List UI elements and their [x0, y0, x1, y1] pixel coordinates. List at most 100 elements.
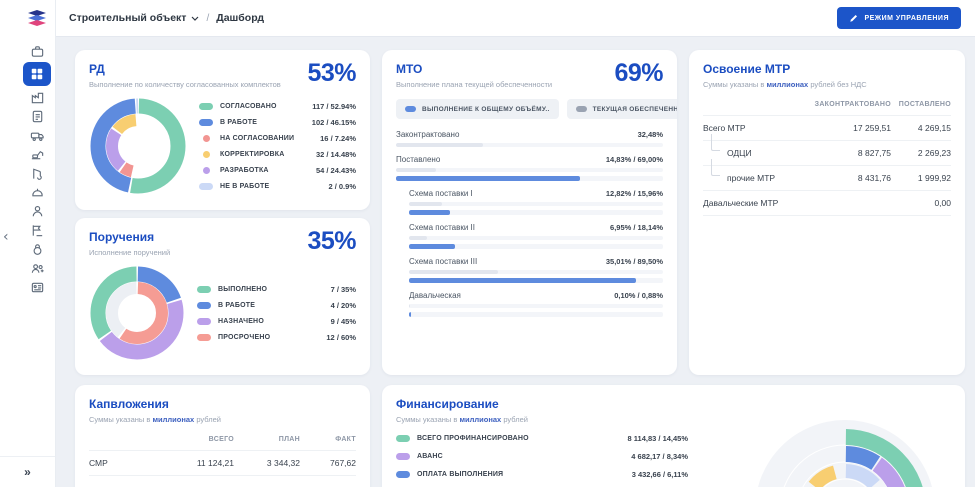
progress-track-current	[409, 244, 663, 249]
chevron-down-icon[interactable]	[191, 16, 199, 21]
legend-item: РАЗРАБОТКА 54 / 24.43%	[199, 166, 356, 175]
id-card-icon	[30, 280, 45, 295]
progress-track-plan	[409, 304, 663, 308]
sidebar-footer: »	[0, 456, 55, 487]
legend-item: ВСЕГО ПРОФИНАНСИРОВАНО 8 114,83 / 14,45%	[396, 434, 688, 443]
osvoenie-subtitle: Суммы указаны в миллионах рублей без НДС	[703, 80, 867, 89]
sidebar-item-reports[interactable]	[23, 222, 51, 238]
sidebar-item-objects[interactable]	[23, 89, 51, 105]
sidebar-item-safety[interactable]	[23, 184, 51, 200]
sidebar-item-passes[interactable]	[23, 279, 51, 295]
progress-track-plan	[409, 236, 663, 240]
report-flag-icon	[30, 223, 45, 238]
manage-mode-button[interactable]: РЕЖИМ УПРАВЛЕНИЯ	[837, 7, 961, 29]
legend-value: 117 / 52.94%	[312, 102, 356, 111]
osvoenie-table-header: ЗАКОНТРАКТОВАНО ПОСТАВЛЕНО	[703, 101, 951, 116]
breadcrumb-separator: /	[206, 13, 209, 24]
progress-fill-plan	[409, 202, 442, 206]
tab-label: ВЫПОЛНЕНИЕ К ОБЩЕМУ ОБЪЁМУ..	[422, 106, 550, 113]
progress-track-current	[409, 210, 663, 215]
breadcrumb-object-selector[interactable]: Строительный объект	[69, 12, 186, 24]
progress-label: Давальческая	[409, 291, 461, 300]
legend-item: В РАБОТЕ 102 / 46.15%	[199, 118, 356, 127]
legend-value: 102 / 46.15%	[312, 118, 356, 127]
legend-color-dot	[199, 119, 213, 126]
sidebar-item-team[interactable]	[23, 260, 51, 276]
legend-color-dot	[396, 471, 410, 478]
mto-progress-row: Законтрактовано 32,48%	[396, 130, 663, 147]
sidebar-item-documents[interactable]	[23, 108, 51, 124]
legend-item: ВЫПОЛНЕНО 7 / 35%	[197, 285, 356, 294]
progress-track-plan	[396, 168, 663, 172]
mto-progress-row: Поставлено 14,83% / 69,00%	[396, 155, 663, 181]
progress-fill-plan	[396, 143, 483, 147]
sidebar-item-logistics[interactable]	[23, 127, 51, 143]
kapvlozheniya-table-body: СМР 11 124,21 3 344,32 767,62	[89, 451, 356, 476]
progress-value: 14,83% / 69,00%	[606, 155, 663, 164]
porucheniya-title: Поручения	[89, 230, 170, 244]
legend-value: 7 / 35%	[331, 285, 356, 294]
mto-title: МТО	[396, 62, 552, 76]
card-mto: МТО Выполнение плана текущей обеспеченно…	[382, 50, 677, 375]
sidebar-item-machinery[interactable]	[23, 146, 51, 162]
legend-label: ВСЕГО ПРОФИНАНСИРОВАНО	[417, 435, 529, 442]
truck-icon	[30, 128, 45, 143]
rd-title: РД	[89, 62, 281, 76]
progress-fill-plan	[409, 270, 498, 274]
card-kapvlozheniya: Капвложения Суммы указаны в миллионах ру…	[75, 385, 370, 487]
legend-item: НАЗНАЧЕНО 9 / 45%	[197, 317, 356, 326]
legend-value: 4 / 20%	[331, 301, 356, 310]
progress-fill-current	[409, 210, 450, 215]
legend-label: ПРОСРОЧЕНО	[218, 334, 270, 341]
finansirovanie-subtitle: Суммы указаны в миллионах рублей	[396, 415, 528, 424]
sidebar-item-briefcase[interactable]	[23, 43, 51, 59]
legend-color-dot	[199, 183, 213, 190]
tree-elbow	[711, 159, 720, 176]
sidebar-nav	[23, 43, 51, 295]
rd-subtitle: Выполнение по количеству согласованных к…	[89, 80, 281, 89]
rd-percent: 53%	[307, 62, 356, 84]
porucheniya-legend: ВЫПОЛНЕНО 7 / 35% В РАБОТЕ 4 / 20% НАЗНА	[197, 285, 356, 342]
legend-label: ОПЛАТА ВЫПОЛНЕНИЯ	[417, 471, 503, 478]
mto-tabs: ВЫПОЛНЕНИЕ К ОБЩЕМУ ОБЪЁМУ.. ТЕКУЩАЯ ОБЕ…	[396, 99, 663, 119]
osvoenie-title: Освоение МТР	[703, 62, 867, 76]
legend-value: 2 / 0.9%	[328, 182, 356, 191]
sidebar-item-personnel[interactable]	[23, 203, 51, 219]
sidebar-collapse-chevron-icon[interactable]: ‹	[3, 230, 9, 244]
legend-item: НЕ В РАБОТЕ 2 / 0.9%	[199, 182, 356, 191]
card-rd: РД Выполнение по количеству согласованны…	[75, 50, 370, 210]
mto-tab[interactable]: ВЫПОЛНЕНИЕ К ОБЩЕМУ ОБЪЁМУ..	[396, 99, 559, 119]
kettlebell-icon	[30, 242, 45, 257]
legend-value: 54 / 24.43%	[316, 166, 356, 175]
manage-mode-label: РЕЖИМ УПРАВЛЕНИЯ	[864, 15, 949, 22]
tree-elbow	[711, 134, 720, 151]
sidebar-item-dashboard[interactable]	[23, 62, 51, 86]
app-logo[interactable]	[26, 9, 48, 28]
legend-item: В РАБОТЕ 4 / 20%	[197, 301, 356, 310]
progress-label: Схема поставки II	[409, 223, 475, 232]
legend-label: НЕ В РАБОТЕ	[220, 183, 269, 190]
pencil-icon	[849, 14, 858, 23]
progress-label: Поставлено	[396, 155, 440, 164]
breadcrumb: Строительный объект / Дашборд	[69, 12, 264, 24]
legend-item: СОГЛАСОВАНО 117 / 52.94%	[199, 102, 356, 111]
mto-tab[interactable]: ТЕКУЩАЯ ОБЕСПЕЧЕННОСТЬ	[567, 99, 677, 119]
factory-icon	[30, 90, 45, 105]
mto-progress-row: Схема поставки I 12,82% / 15,96%	[396, 189, 663, 215]
legend-color-dot	[197, 286, 211, 293]
progress-value: 0,10% / 0,88%	[614, 291, 663, 300]
sidebar-expand-icon[interactable]: »	[24, 465, 31, 479]
sidebar-item-construction[interactable]	[23, 165, 51, 181]
porucheniya-donut-chart	[89, 265, 185, 361]
mto-subtitle: Выполнение плана текущей обеспеченности	[396, 80, 552, 89]
legend-item: АВАНС 4 682,17 / 8,34%	[396, 452, 688, 461]
progress-label: Законтрактовано	[396, 130, 459, 139]
progress-value: 6,95% / 18,14%	[610, 223, 663, 232]
legend-label: ВЫПОЛНЕНО	[218, 286, 267, 293]
legend-value: 3 432,66 / 6,11%	[632, 470, 688, 479]
legend-item: ПРОСРОЧЕНО 12 / 60%	[197, 333, 356, 342]
legend-color-dot	[197, 334, 211, 341]
progress-fill-plan	[396, 168, 436, 172]
mto-percent: 69%	[614, 62, 663, 84]
sidebar-item-resources[interactable]	[23, 241, 51, 257]
